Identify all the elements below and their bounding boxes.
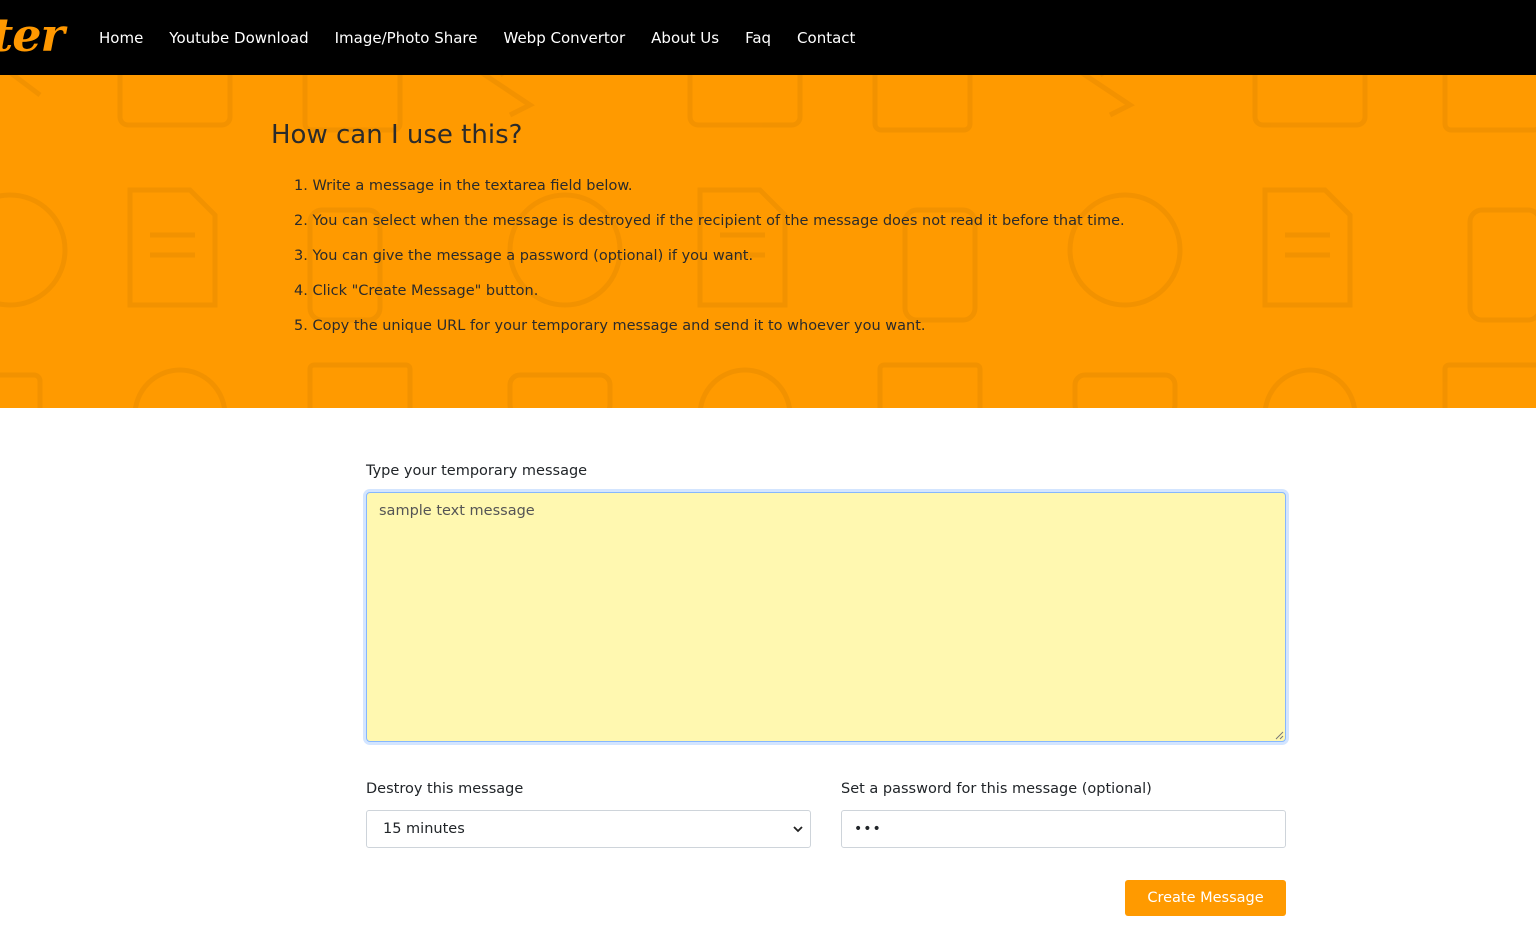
nav-home[interactable]: Home [99,29,143,47]
nav-faq[interactable]: Faq [745,29,771,47]
top-navbar: ter Home Youtube Download Image/Photo Sh… [0,0,1536,75]
destroy-label: Destroy this message [366,781,524,797]
hero-title: How can I use this? [271,120,523,150]
password-field[interactable]: ••• [841,810,1286,848]
password-label: Set a password for this message (optiona… [841,781,1152,797]
resize-handle-icon[interactable] [1274,730,1284,740]
list-item: 3. You can give the message a password (… [294,248,754,264]
message-label: Type your temporary message [366,463,588,479]
travel-icon-pattern [0,75,1536,408]
site-logo[interactable]: ter [0,10,65,60]
nav-webp-convertor[interactable]: Webp Convertor [504,29,626,47]
list-item: 5. Copy the unique URL for your temporar… [294,318,926,334]
password-value: ••• [854,821,882,837]
list-item: 2. You can select when the message is de… [294,213,1125,229]
destroy-select[interactable]: 15 minutes [366,810,811,848]
create-message-button[interactable]: Create Message [1125,880,1286,916]
list-item: 1. Write a message in the textarea field… [294,178,633,194]
list-item: 4. Click "Create Message" button. [294,283,539,299]
nav-contact[interactable]: Contact [797,29,855,47]
nav-youtube-download[interactable]: Youtube Download [169,29,308,47]
destroy-select-value: 15 minutes [383,821,465,837]
nav-about-us[interactable]: About Us [651,29,719,47]
message-textarea[interactable]: sample text message [366,492,1286,742]
main-nav: Home Youtube Download Image/Photo Share … [99,0,881,75]
nav-image-photo-share[interactable]: Image/Photo Share [335,29,478,47]
how-to-hero: How can I use this? 1. Write a message i… [0,75,1536,408]
chevron-down-icon [793,826,803,833]
